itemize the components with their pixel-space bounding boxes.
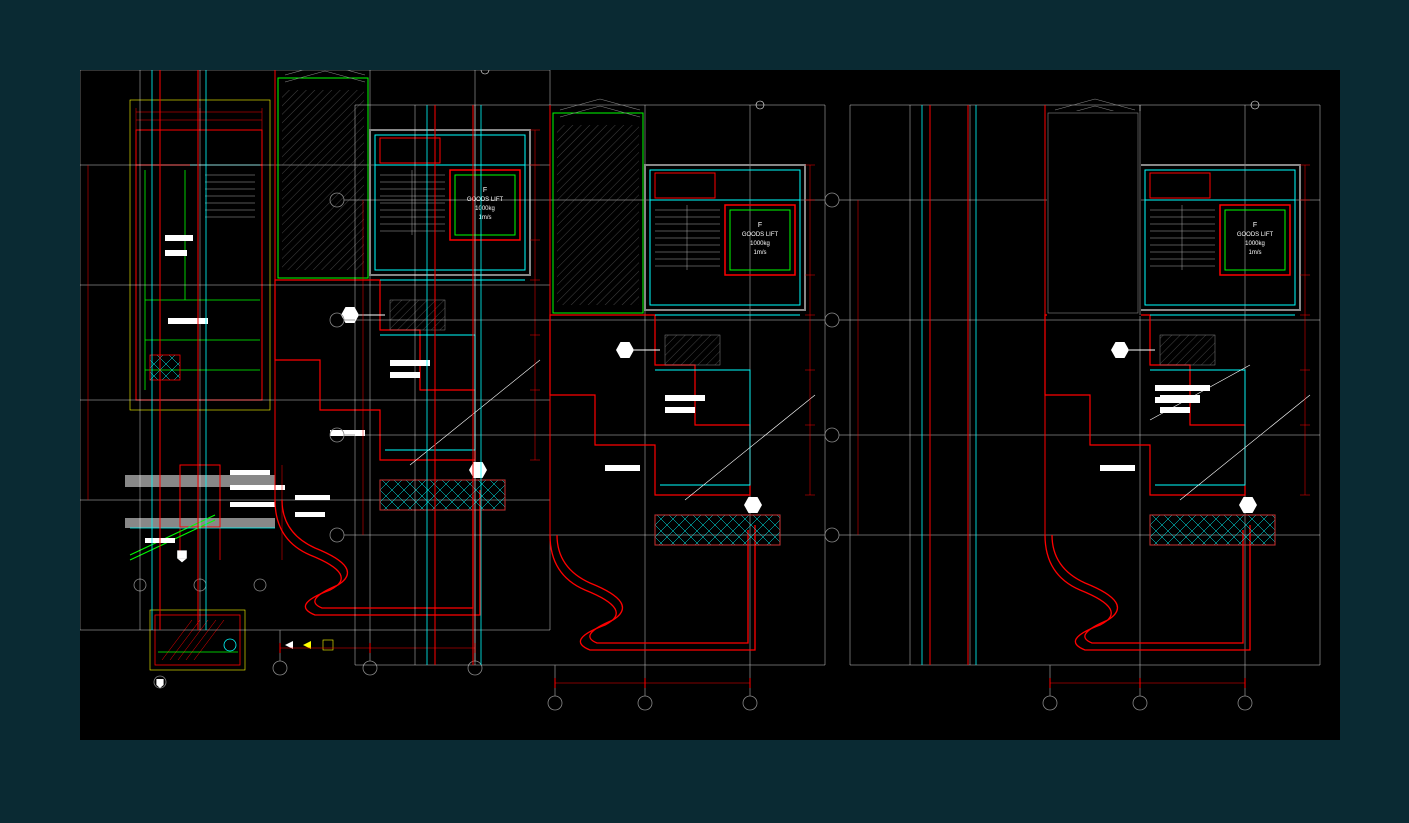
floor-plan-1 [330,99,825,710]
cad-model-space[interactable]: F GOODS LIFT 1000kg 1m/s [80,70,1340,740]
lift-label-line1: F [483,187,487,194]
dim-chain-right [530,130,540,460]
detail-section-b [120,460,330,591]
escalator-block [278,70,368,278]
lift-label-line4: 1m/s [478,215,491,221]
detail-plan-c [150,610,333,688]
cad-drawing-svg: F GOODS LIFT 1000kg 1m/s [80,70,1340,740]
lift-core: F GOODS LIFT 1000kg 1m/s [370,130,530,275]
floor-plan-2 [825,99,1320,710]
lift-label-line3: 1000kg [475,206,495,212]
